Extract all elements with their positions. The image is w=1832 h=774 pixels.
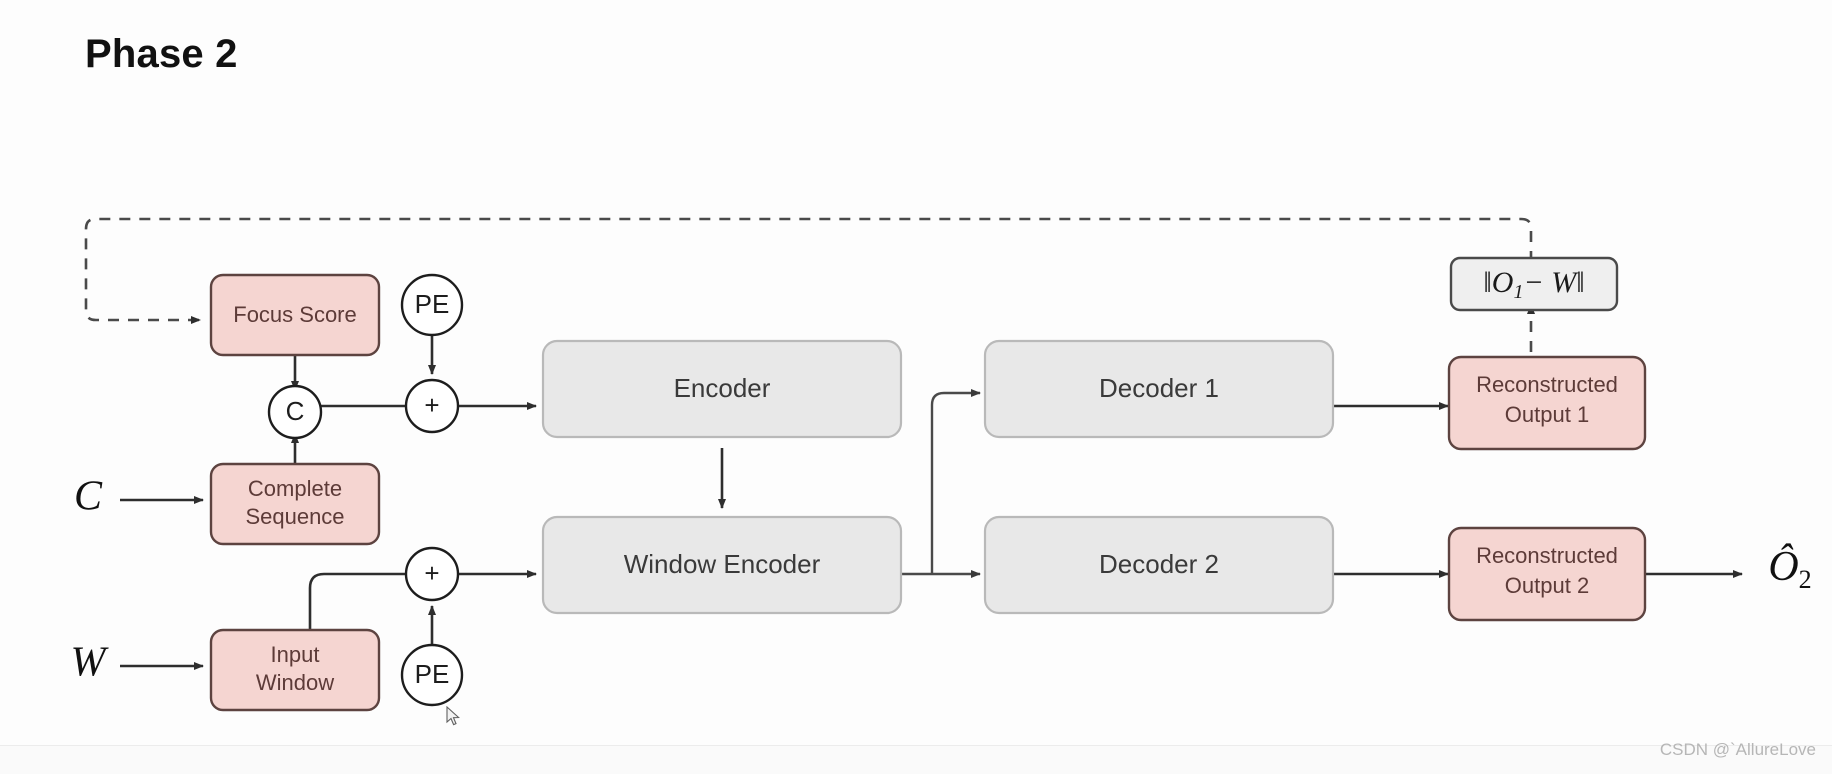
loss-formula-label: ‖O1− W‖ [1483, 266, 1584, 303]
add-top-label: + [424, 390, 439, 420]
decoder-2-label: Decoder 2 [1099, 549, 1219, 579]
bottom-band [0, 746, 1832, 774]
watermark-label: CSDN @`AllureLove [1659, 740, 1816, 759]
edge-input-window-to-add-bottom [308, 572, 406, 636]
output-symbol-final: Ô2 [1768, 543, 1811, 594]
input-window-label-line1: Input [271, 642, 320, 667]
edge-window-encoder-to-decoder1 [930, 389, 981, 574]
node-encoder[interactable]: Encoder [541, 339, 903, 439]
operator-add-top[interactable]: + [404, 378, 460, 434]
loss-formula-operator: − W‖ [1523, 266, 1584, 299]
node-reconstructed-output-1[interactable]: Reconstructed Output 1 [1447, 355, 1647, 451]
pe-top-label: PE [415, 289, 450, 319]
architecture-diagram: Focus Score Complete Sequence Input Wind… [71, 217, 1812, 712]
loss-formula-subscript: 1 [1513, 281, 1523, 303]
operator-add-bottom[interactable]: + [404, 546, 460, 602]
reconstructed-output-1-label-line2: Output 1 [1505, 402, 1589, 427]
reconstructed-output-2-label-line1: Reconstructed [1476, 543, 1618, 568]
operator-pe-top[interactable]: PE [400, 273, 464, 337]
input-window-label-line2: Window [256, 670, 334, 695]
diagram-canvas: Phase 2 Focus Score Complete Sequence In… [0, 0, 1832, 774]
node-loss-formula[interactable]: ‖O1− W‖ [1449, 256, 1619, 312]
pe-bottom-label: PE [415, 659, 450, 689]
reconstructed-output-1-label-line1: Reconstructed [1476, 372, 1618, 397]
add-bottom-label: + [424, 558, 439, 588]
concat-label: C [286, 396, 305, 426]
node-decoder-2[interactable]: Decoder 2 [983, 515, 1335, 615]
output-symbol-base: Ô [1768, 543, 1798, 590]
output-symbol-subscript: 2 [1799, 565, 1812, 594]
encoder-label: Encoder [674, 373, 771, 403]
operator-pe-bottom[interactable]: PE [400, 643, 464, 707]
mouse-cursor [446, 706, 460, 726]
reconstructed-output-2-label-line2: Output 2 [1505, 573, 1589, 598]
complete-sequence-label-line2: Sequence [245, 504, 344, 529]
operator-concat[interactable]: C [267, 384, 323, 440]
node-decoder-1[interactable]: Decoder 1 [983, 339, 1335, 439]
node-reconstructed-output-2[interactable]: Reconstructed Output 2 [1447, 526, 1647, 622]
node-window-encoder[interactable]: Window Encoder [541, 515, 903, 615]
focus-score-label: Focus Score [233, 302, 357, 327]
node-input-window[interactable]: Input Window [209, 628, 381, 712]
complete-sequence-label-line1: Complete [248, 476, 342, 501]
window-encoder-label: Window Encoder [624, 549, 821, 579]
loss-formula-norm-open: ‖O [1483, 266, 1513, 299]
node-complete-sequence[interactable]: Complete Sequence [209, 462, 381, 546]
node-focus-score[interactable]: Focus Score [209, 273, 381, 357]
input-symbol-complete-sequence: C [74, 474, 103, 520]
decoder-1-label: Decoder 1 [1099, 373, 1219, 403]
input-symbol-input-window: W [71, 640, 110, 686]
